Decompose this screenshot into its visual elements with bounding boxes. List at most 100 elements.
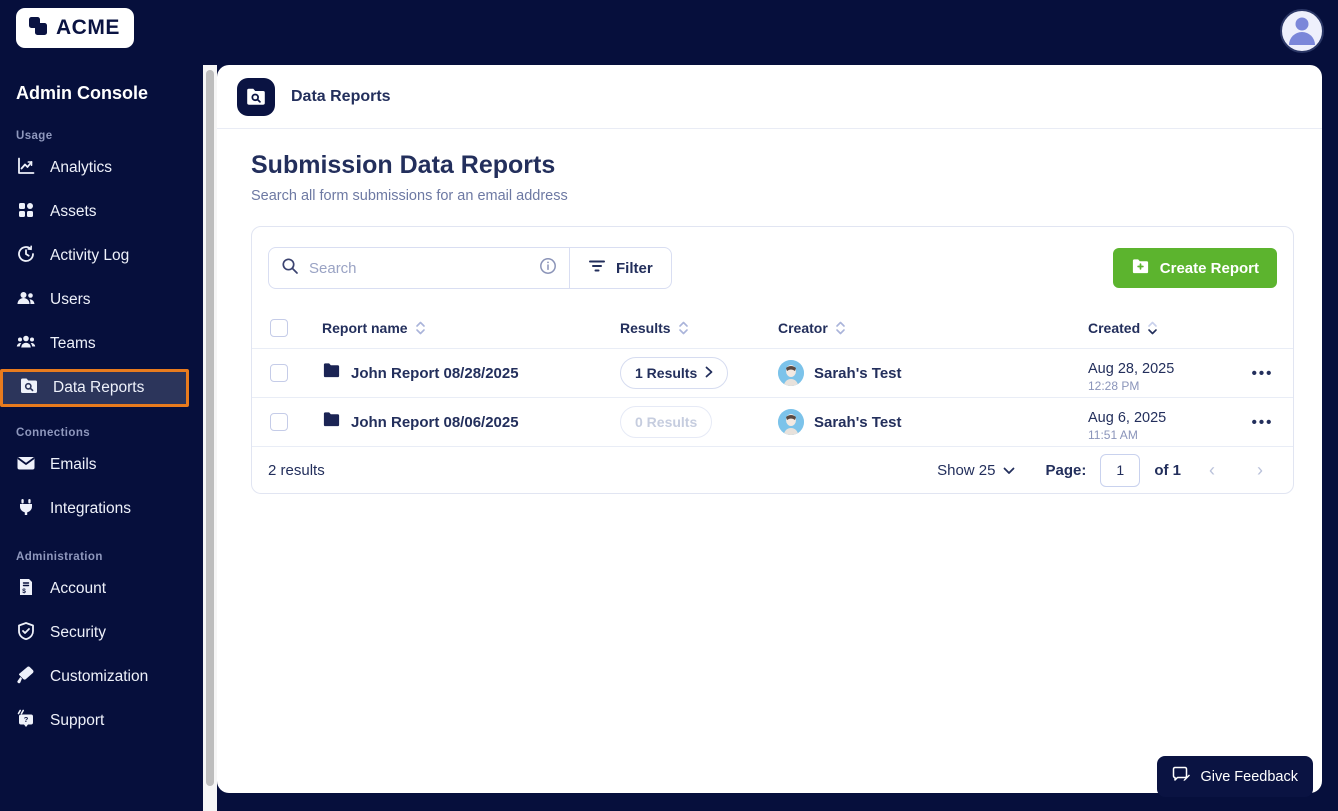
table-row[interactable]: John Report 08/06/2025 0 Results Sarah's… [252,397,1293,446]
analytics-icon [16,156,36,181]
report-name-cell[interactable]: John Report 08/06/2025 [306,410,604,434]
app-root: ACME Admin Console Usage Analytics Asset… [0,0,1338,811]
create-report-button[interactable]: Create Report [1112,248,1277,288]
page-number-input[interactable] [1100,453,1141,487]
results-pill[interactable]: 1 Results [620,357,729,389]
filter-label: Filter [616,259,653,277]
created-time: 11:51 AM [1088,428,1138,442]
column-header-created[interactable]: Created [1072,320,1232,336]
previous-page-button[interactable]: ‹ [1195,460,1229,481]
table-row[interactable]: John Report 08/28/2025 1 Results Sarah's… [252,348,1293,397]
results-label: 1 Results [635,365,698,381]
section-label-administration: Administration [16,551,103,563]
created-cell: Aug 28, 2025 12:28 PM [1072,353,1232,393]
sidebar-item-data-reports[interactable]: Data Reports [0,369,189,407]
sidebar-item-label: Assets [50,203,97,220]
folder-icon [322,410,341,434]
sidebar-item-label: Support [50,712,105,729]
search-filter-group: Filter [268,247,672,289]
created-cell: Aug 6, 2025 11:51 AM [1072,402,1232,442]
column-label: Creator [778,319,828,336]
sidebar-item-label: Integrations [50,500,131,517]
acme-logo[interactable]: ACME [16,8,134,48]
reports-card: Filter Create Report Report name [251,226,1294,494]
sort-icon [835,320,846,336]
select-all-checkbox[interactable] [270,318,288,337]
assets-icon [16,200,36,225]
user-avatar[interactable] [1280,9,1324,53]
sidebar-item-customization[interactable]: Customization [16,655,203,699]
content-body: Submission Data Reports Search all form … [217,129,1322,494]
scrollbar-thumb[interactable] [206,70,214,786]
filter-icon [588,258,606,279]
created-date: Aug 6, 2025 [1088,410,1167,426]
info-icon[interactable] [539,257,557,280]
page-scrollbar[interactable] [203,65,217,811]
data-reports-header-icon [237,77,275,116]
sidebar-item-label: Emails [50,456,97,473]
show-per-page-label: Show 25 [937,461,996,479]
report-name: John Report 08/06/2025 [351,413,519,431]
acme-logo-text: ACME [56,16,120,39]
feedback-chat-edit-icon [1172,766,1191,787]
content-header: Data Reports [217,65,1322,129]
row-checkbox[interactable] [270,364,288,382]
search-input[interactable] [309,259,529,277]
sidebar-item-analytics[interactable]: Analytics [16,146,203,190]
column-label: Results [620,319,671,336]
sort-desc-icon [1147,320,1158,336]
creator-avatar [778,360,804,386]
sidebar: Admin Console Usage Analytics Assets Act… [0,65,203,811]
pagination-controls: Show 25 Page: of 1 ‹ › [937,453,1277,487]
results-pill-disabled: 0 Results [620,406,713,438]
creator-name: Sarah's Test [814,413,902,431]
sidebar-item-label: Data Reports [53,379,145,396]
row-checkbox[interactable] [270,413,288,431]
row-actions-menu[interactable]: ••• [1252,365,1274,382]
sidebar-item-support[interactable]: ? Support [16,699,203,743]
sidebar-item-teams[interactable]: Teams [16,322,203,366]
give-feedback-button[interactable]: Give Feedback [1157,756,1313,797]
users-icon [16,288,36,313]
content-header-title: Data Reports [291,87,391,105]
chevron-down-icon [1003,462,1015,479]
sidebar-item-users[interactable]: Users [16,278,203,322]
main-panel: Data Reports Submission Data Reports Sea… [217,65,1322,793]
paint-roller-icon [16,665,36,690]
account-icon: $ [16,577,36,602]
create-report-label: Create Report [1159,259,1259,277]
folder-plus-icon [1131,257,1150,280]
shield-icon [16,621,36,646]
filter-button[interactable]: Filter [570,248,671,288]
column-header-creator[interactable]: Creator [762,320,1072,336]
show-per-page-select[interactable]: Show 25 [937,462,1015,479]
next-page-button[interactable]: › [1243,460,1277,481]
page-label: Page: [1045,461,1087,479]
acme-logo-icon [26,14,50,43]
created-time: 12:28 PM [1088,379,1140,393]
page-title: Submission Data Reports [251,151,556,179]
sidebar-item-account[interactable]: $ Account [16,567,203,611]
sidebar-item-activity-log[interactable]: Activity Log [16,234,203,278]
creator-avatar [778,409,804,435]
results-summary: 2 results [268,461,325,479]
activity-log-icon [16,244,36,269]
sidebar-item-label: Customization [50,668,149,685]
column-label: Created [1088,319,1141,336]
data-reports-icon [19,376,39,401]
row-actions-menu[interactable]: ••• [1252,414,1274,431]
search-box[interactable] [269,248,569,288]
sidebar-item-emails[interactable]: Emails [16,443,203,487]
search-icon [281,257,299,280]
column-header-results[interactable]: Results [604,320,762,336]
column-label: Report name [322,319,408,336]
column-header-report-name[interactable]: Report name [306,320,604,336]
sidebar-item-security[interactable]: Security [16,611,203,655]
sidebar-item-assets[interactable]: Assets [16,190,203,234]
report-name-cell[interactable]: John Report 08/28/2025 [306,361,604,385]
table-header-row: Report name Results Creator Created [252,307,1293,348]
creator-name: Sarah's Test [814,364,902,382]
svg-text:?: ? [24,715,29,724]
sidebar-item-integrations[interactable]: Integrations [16,487,203,531]
report-name: John Report 08/28/2025 [351,364,519,382]
